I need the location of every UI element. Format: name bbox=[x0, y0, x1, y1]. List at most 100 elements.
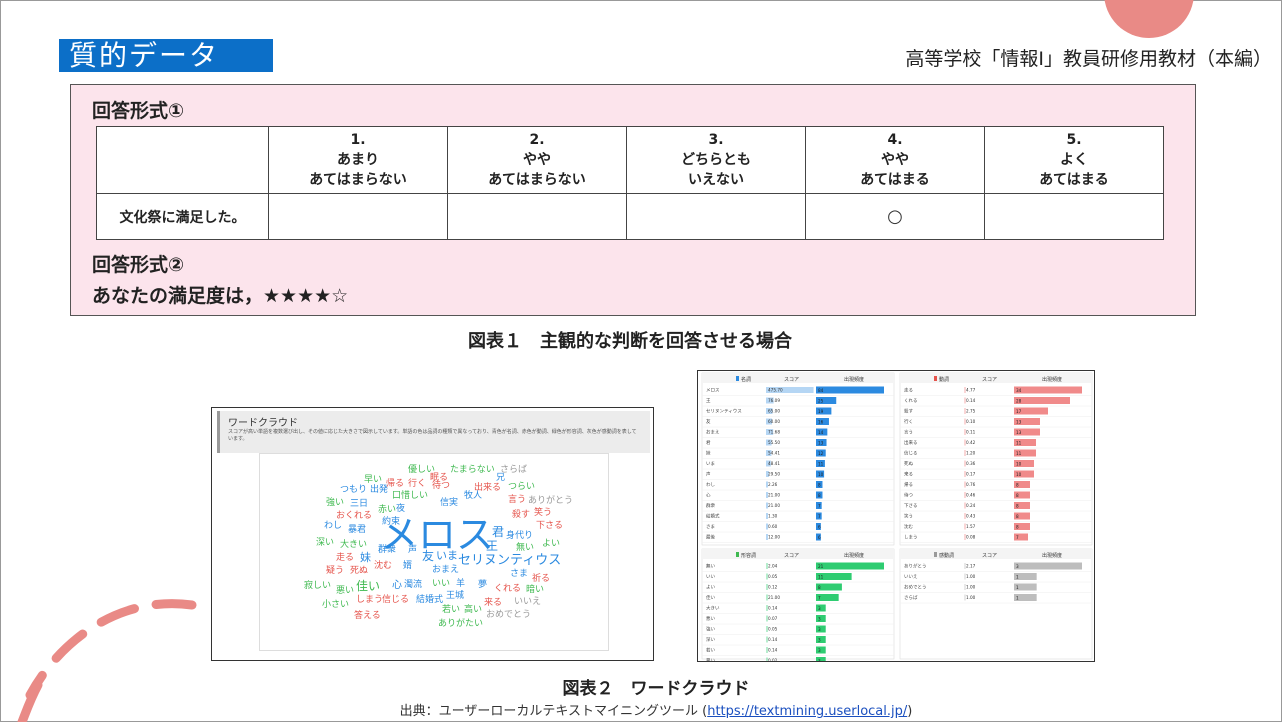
wordcloud-word: くれる bbox=[494, 584, 522, 594]
score-table-word: 最後 bbox=[706, 534, 715, 541]
decorative-dashed-arc bbox=[17, 599, 197, 722]
freq-value: 1 bbox=[1016, 595, 1019, 600]
wordcloud-word: 口惜しい bbox=[392, 491, 429, 501]
wordcloud-word: ありがとう bbox=[528, 496, 574, 506]
score-table-word: いいえ bbox=[904, 574, 918, 580]
score-table-word: いま bbox=[706, 461, 715, 467]
wordcloud-word: おくれる bbox=[336, 511, 373, 521]
score-table-word: 結婚式 bbox=[706, 513, 720, 520]
source-link[interactable]: https://textmining.userlocal.jp/ bbox=[707, 704, 907, 719]
option-4: 4. やや あてはまる bbox=[805, 126, 985, 194]
score-value: 1.20 bbox=[966, 451, 976, 456]
freq-value: 19 bbox=[818, 409, 824, 414]
score-table-word: 殺す bbox=[904, 408, 913, 415]
score-value: 2.17 bbox=[966, 564, 976, 569]
score-table-word: 友 bbox=[706, 418, 711, 425]
freq-value: 11 bbox=[1016, 451, 1022, 456]
corner-cell bbox=[96, 126, 269, 194]
score-table-word: 下さる bbox=[904, 502, 918, 509]
option-num: 2. bbox=[529, 131, 545, 148]
score-value: 0.14 bbox=[768, 637, 778, 642]
score-value: 4.77 bbox=[966, 388, 976, 393]
wordcloud-word: おまえ bbox=[432, 565, 460, 575]
score-value: 21.00 bbox=[768, 595, 780, 600]
score-value: 0.07 bbox=[768, 616, 778, 621]
wordcloud-title: ワードクラウド bbox=[228, 418, 298, 429]
freq-value: 8 bbox=[1016, 514, 1019, 519]
score-value: 475.70 bbox=[768, 388, 783, 393]
form1-label: 回答形式① bbox=[92, 100, 185, 122]
answer-cell-3[interactable] bbox=[626, 193, 806, 240]
wordcloud-word: 結婚式 bbox=[416, 595, 444, 605]
wordcloud-word: 沈む bbox=[374, 561, 393, 571]
figure1-caption: 図表１ 主観的な判断を回答させる場合 bbox=[468, 331, 792, 352]
score-value: 60.00 bbox=[768, 419, 780, 424]
wordcloud-word: 心 bbox=[392, 580, 402, 591]
freq-bar bbox=[1014, 562, 1082, 570]
answer-cell-4-selected[interactable]: ○ bbox=[805, 193, 985, 240]
wordcloud-word: 答える bbox=[354, 611, 381, 621]
likert-table: 1. あまり あてはまらない 2. やや あてはまらない 3. どちらとも いえない 4. や… bbox=[96, 126, 1164, 240]
wordcloud-word: 言う bbox=[508, 495, 527, 505]
freq-value: 10 bbox=[818, 472, 824, 477]
score-table-title: 形容詞 bbox=[741, 552, 756, 559]
score-value: 54.41 bbox=[768, 451, 780, 456]
score-table-title: 動詞 bbox=[939, 376, 949, 383]
wordcloud-word: 若い bbox=[442, 605, 461, 615]
score-value: 0.24 bbox=[966, 503, 976, 508]
answer-cell-1[interactable] bbox=[268, 193, 448, 240]
wordcloud-word: 行く bbox=[408, 479, 427, 489]
wordcloud-word: 悪い bbox=[336, 586, 355, 596]
freq-value: 3 bbox=[818, 616, 821, 621]
slide-header-text: 高等学校「情報Ⅰ」教員研修用教材（本編） bbox=[905, 48, 1272, 70]
freq-value: 16 bbox=[818, 419, 824, 424]
score-table-word: ありがとう bbox=[904, 563, 927, 570]
score-value: 0.76 bbox=[966, 482, 976, 487]
wordcloud-word: 走る bbox=[336, 553, 355, 563]
freq-value: 7 bbox=[1016, 535, 1019, 540]
wordcloud-word: 笑う bbox=[534, 508, 553, 518]
freq-value: 1 bbox=[1016, 585, 1019, 590]
score-value: 0.05 bbox=[768, 627, 778, 632]
freq-value: 14 bbox=[818, 430, 824, 435]
answer-cell-2[interactable] bbox=[447, 193, 627, 240]
source-suffix: ) bbox=[907, 704, 913, 719]
score-value: 0.17 bbox=[966, 472, 976, 477]
wordcloud-word: 早い bbox=[364, 475, 383, 485]
score-table-word: 言う bbox=[904, 429, 913, 436]
score-table-word: 王 bbox=[706, 398, 711, 404]
freq-value: 7 bbox=[818, 503, 821, 508]
score-table-word: 悪い bbox=[706, 616, 715, 622]
option-line1: あまり bbox=[337, 151, 379, 168]
score-tables-svg: 名詞 スコア 出現頻度メロス 475.70 84王 76.09 25セリヌンティウス 65.0… bbox=[701, 372, 1093, 667]
wordcloud-area: メロス セリヌンティウス王君友いま おまえ 身代り 信実 牧人兄群衆声夜三日 暴君 わし さま妹… bbox=[259, 453, 609, 651]
freq-value: 13 bbox=[1016, 430, 1022, 435]
wordcloud-word: 羊 bbox=[456, 579, 466, 589]
freq-value: 3 bbox=[818, 606, 821, 611]
score-table-color-icon bbox=[736, 552, 739, 557]
option-line2: いえない bbox=[688, 172, 744, 189]
score-value: 0.60 bbox=[768, 524, 778, 529]
freq-bar bbox=[1014, 397, 1070, 404]
wordcloud-word: さらば bbox=[500, 465, 528, 475]
wordcloud-word: 待つ bbox=[432, 481, 451, 491]
score-value: 0.46 bbox=[966, 493, 976, 498]
score-value: 48.41 bbox=[768, 461, 780, 466]
freq-value: 21 bbox=[818, 564, 824, 569]
score-table-word: 若い bbox=[706, 647, 715, 654]
wordcloud-word: 婿 bbox=[403, 561, 413, 571]
score-table-word: 妹 bbox=[706, 450, 711, 457]
score-table-word: 走る bbox=[904, 388, 913, 394]
score-table-word: メロス bbox=[706, 388, 720, 394]
score-value: 1.00 bbox=[966, 574, 976, 579]
freq-value: 11 bbox=[818, 574, 824, 579]
score-value: 65.00 bbox=[768, 409, 780, 414]
wordcloud-word: ありがたい bbox=[438, 619, 484, 629]
score-table-word: 暑い bbox=[706, 658, 715, 661]
answer-cell-5[interactable] bbox=[984, 193, 1164, 240]
wordcloud-word: わし bbox=[324, 521, 343, 531]
option-line2: あてはまらない bbox=[488, 172, 586, 189]
score-table-word: わし bbox=[706, 481, 715, 488]
score-table-col-score: スコア bbox=[982, 553, 997, 559]
score-table-col-freq: 出現頻度 bbox=[1042, 376, 1062, 383]
